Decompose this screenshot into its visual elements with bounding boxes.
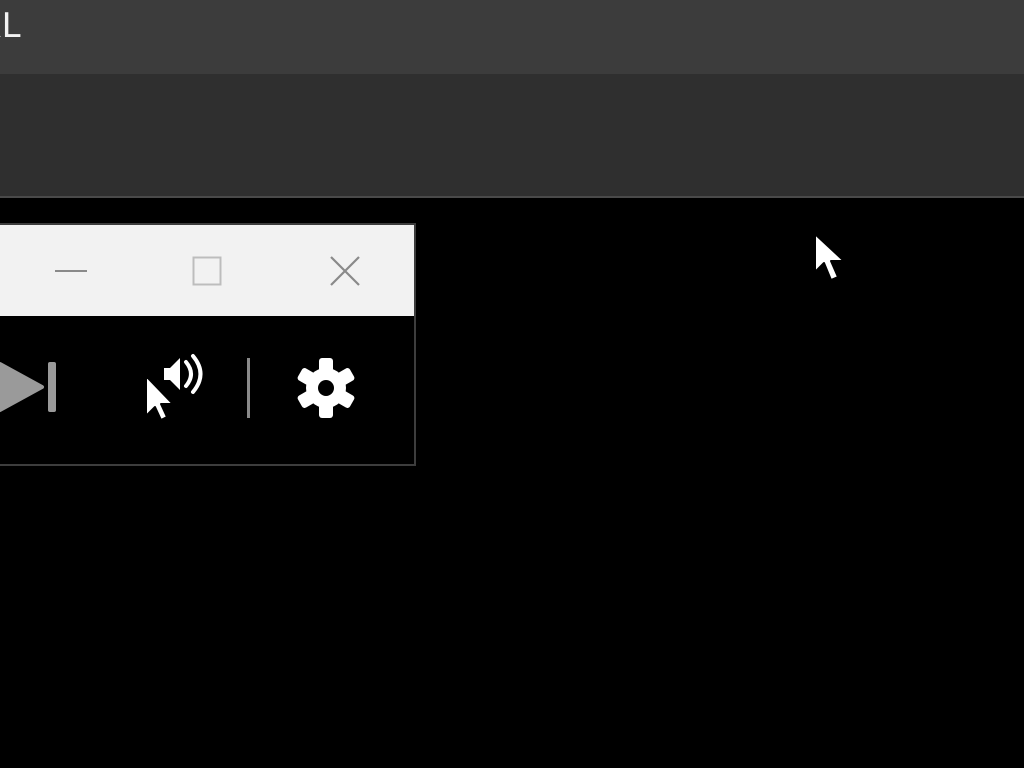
minimize-button[interactable] [36,225,106,316]
maximize-icon [192,256,222,285]
app-title-bar: RL [0,0,1024,74]
minimize-icon [55,269,87,272]
skip-next-icon [0,362,56,412]
voice-control-button[interactable] [136,352,212,422]
mini-player-controls [0,316,414,464]
gear-icon [297,358,355,418]
mini-player-window[interactable] [0,223,416,466]
mouse-pointer-icon [814,233,845,281]
cursor-speaker-icon [145,354,203,421]
controls-divider [247,358,250,418]
close-icon [330,255,360,286]
app-title: RL [0,6,21,46]
mini-player-titlebar[interactable] [0,225,414,316]
settings-button[interactable] [290,352,362,424]
close-button[interactable] [310,225,380,316]
toolbar-band [0,74,1024,198]
maximize-button[interactable] [172,225,242,316]
next-track-button[interactable] [0,356,62,418]
